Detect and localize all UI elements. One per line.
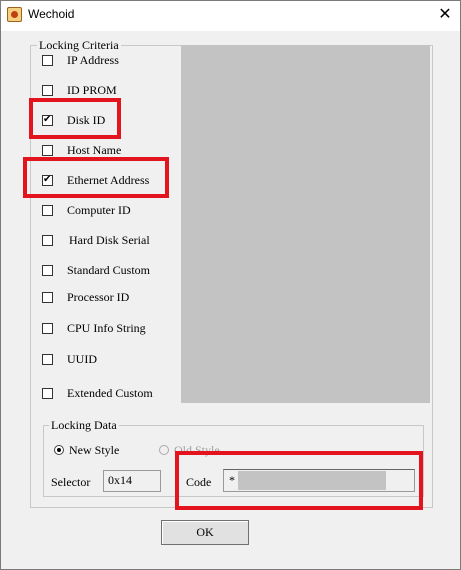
title-bar: Wechoid ✕ [1, 1, 460, 31]
checkbox-label: Computer ID [67, 202, 131, 217]
locking-criteria-label: Locking Criteria [37, 38, 121, 52]
checkbox-ip-address[interactable]: IP Address [42, 52, 119, 68]
selector-value: 0x14 [108, 473, 132, 487]
checkbox-label: IP Address [67, 52, 119, 67]
checkbox-processor-id[interactable]: Processor ID [42, 289, 129, 305]
selector-field[interactable]: 0x14 [103, 470, 161, 492]
checkbox-box[interactable] [42, 84, 53, 96]
checkbox-box[interactable] [42, 264, 53, 276]
highlight-ethernet-address [23, 157, 169, 198]
checkbox-box[interactable] [42, 387, 53, 399]
radio-new-style[interactable] [54, 445, 64, 455]
checkbox-box[interactable] [42, 204, 53, 216]
criteria-preview-panel [181, 45, 430, 403]
checkbox-box[interactable] [42, 234, 53, 246]
checkbox-label: ID PROM [67, 82, 117, 97]
wechoid-app-icon [7, 7, 22, 22]
wechoid-dialog: Wechoid ✕ Locking Criteria IP Address ID… [0, 0, 461, 570]
checkbox-box[interactable] [42, 322, 53, 334]
checkbox-extended-custom[interactable]: Extended Custom [42, 385, 153, 401]
checkbox-box[interactable] [42, 144, 53, 156]
checkbox-host-name[interactable]: Host Name [42, 142, 121, 158]
checkbox-label: Standard Custom [67, 262, 150, 277]
highlight-code [175, 451, 423, 510]
checkbox-id-prom[interactable]: ID PROM [42, 82, 117, 98]
highlight-disk-id [29, 98, 121, 139]
selector-label: Selector [51, 475, 91, 489]
checkbox-box[interactable] [42, 291, 53, 303]
new-style-label: New Style [69, 443, 120, 457]
checkbox-cpu-info-string[interactable]: CPU Info String [42, 320, 146, 336]
ok-button[interactable]: OK [161, 520, 249, 545]
checkbox-standard-custom[interactable]: Standard Custom [42, 262, 150, 278]
window-title: Wechoid [28, 7, 75, 21]
radio-old-style[interactable] [159, 445, 169, 455]
checkbox-hard-disk-serial[interactable]: Hard Disk Serial [42, 232, 150, 248]
checkbox-box[interactable] [42, 54, 53, 66]
checkbox-label: Hard Disk Serial [69, 232, 150, 247]
checkbox-label: Host Name [67, 142, 122, 157]
checkbox-label: UUID [67, 351, 97, 366]
checkbox-label: Processor ID [67, 289, 130, 304]
checkbox-computer-id[interactable]: Computer ID [42, 202, 131, 218]
checkbox-box[interactable] [42, 353, 53, 365]
checkbox-label: CPU Info String [67, 320, 146, 335]
checkbox-label: Extended Custom [67, 385, 153, 400]
locking-data-label: Locking Data [49, 418, 119, 432]
checkbox-uuid[interactable]: UUID [42, 351, 97, 367]
close-icon[interactable]: ✕ [430, 1, 460, 29]
